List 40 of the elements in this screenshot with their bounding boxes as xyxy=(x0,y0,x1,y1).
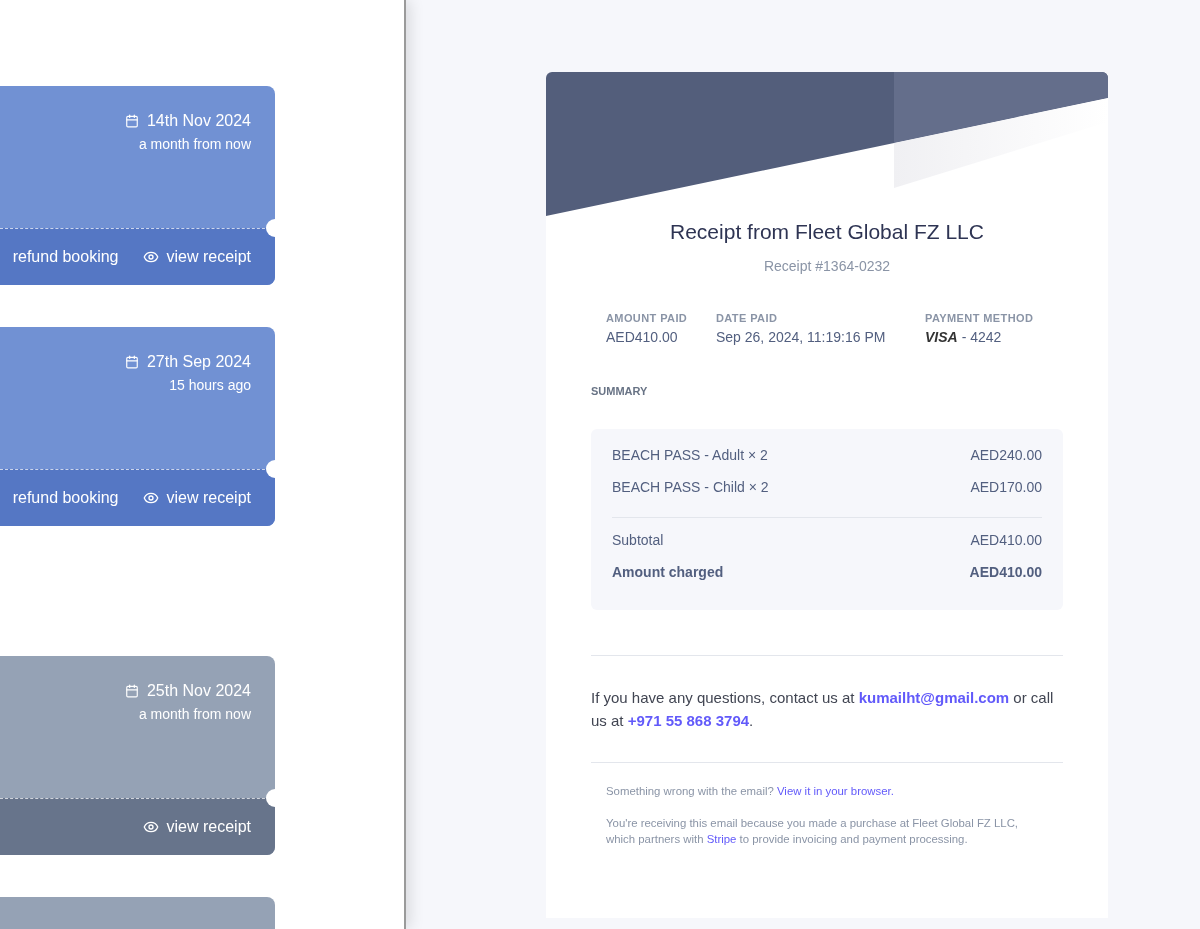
total-label: Amount charged xyxy=(612,564,724,582)
footer-note: You're receiving this email because you made a purchase at Fleet Global FZ LLC, which partners with Stripe to provide invoicing and payment processing. xyxy=(606,816,1020,847)
email-link[interactable]: kumailht@gmail.com xyxy=(858,689,1010,706)
item-amount: AED170.00 xyxy=(970,479,1042,497)
refund-booking-button[interactable]: refund booking xyxy=(12,248,119,266)
item-amount: AED240.00 xyxy=(970,447,1042,465)
total-label: Subtotal xyxy=(612,532,664,550)
eye-icon xyxy=(142,490,159,506)
receipt-number: Receipt #1364-0232 xyxy=(762,258,892,274)
footer-note: Something wrong with the email? View it in your browser. xyxy=(606,784,895,799)
meta-label: DATE PAID xyxy=(716,312,779,324)
relative-time: a month from now xyxy=(138,706,251,722)
receipt-title: Receipt from Fleet Global FZ LLC xyxy=(669,220,985,244)
calendar-icon xyxy=(124,684,139,698)
booking-date: 14th Nov 2024 xyxy=(146,112,251,130)
meta-label: AMOUNT PAID xyxy=(606,312,689,324)
view-receipt-button[interactable]: view receipt xyxy=(142,248,251,266)
summary-heading: SUMMARY xyxy=(591,385,649,397)
contact-text: If you have any questions, contact us at kumailht@gmail.com or call us at +971 55 868 3794. xyxy=(591,688,1055,731)
item-name: BEACH PASS - Adult × 2 xyxy=(612,447,768,465)
stripe-link[interactable]: Stripe xyxy=(706,833,737,845)
booking-date: 27th Sep 2024 xyxy=(146,353,251,371)
total-amount: AED410.00 xyxy=(969,564,1042,582)
refund-booking-button[interactable]: refund booking xyxy=(12,489,119,507)
browser-link[interactable]: View it in your browser. xyxy=(776,785,894,797)
booking-date: 25th Nov 2024 xyxy=(146,682,251,700)
relative-time: a month from now xyxy=(138,136,251,152)
meta-label: PAYMENT METHOD xyxy=(925,312,1035,324)
eye-icon xyxy=(142,249,159,265)
view-receipt-button[interactable]: view receipt xyxy=(142,818,251,836)
calendar-icon xyxy=(124,355,139,369)
eye-icon xyxy=(142,819,159,835)
payment-method: VISA - 4242 xyxy=(925,329,1003,345)
meta-value: AED410.00 xyxy=(606,329,679,345)
item-name: BEACH PASS - Child × 2 xyxy=(612,479,769,497)
total-amount: AED410.00 xyxy=(970,532,1042,550)
relative-time: 15 hours ago xyxy=(169,377,251,393)
meta-value: Sep 26, 2024, 11:19:16 PM xyxy=(716,329,887,345)
calendar-icon xyxy=(124,114,139,128)
view-receipt-button[interactable]: view receipt xyxy=(142,489,251,507)
